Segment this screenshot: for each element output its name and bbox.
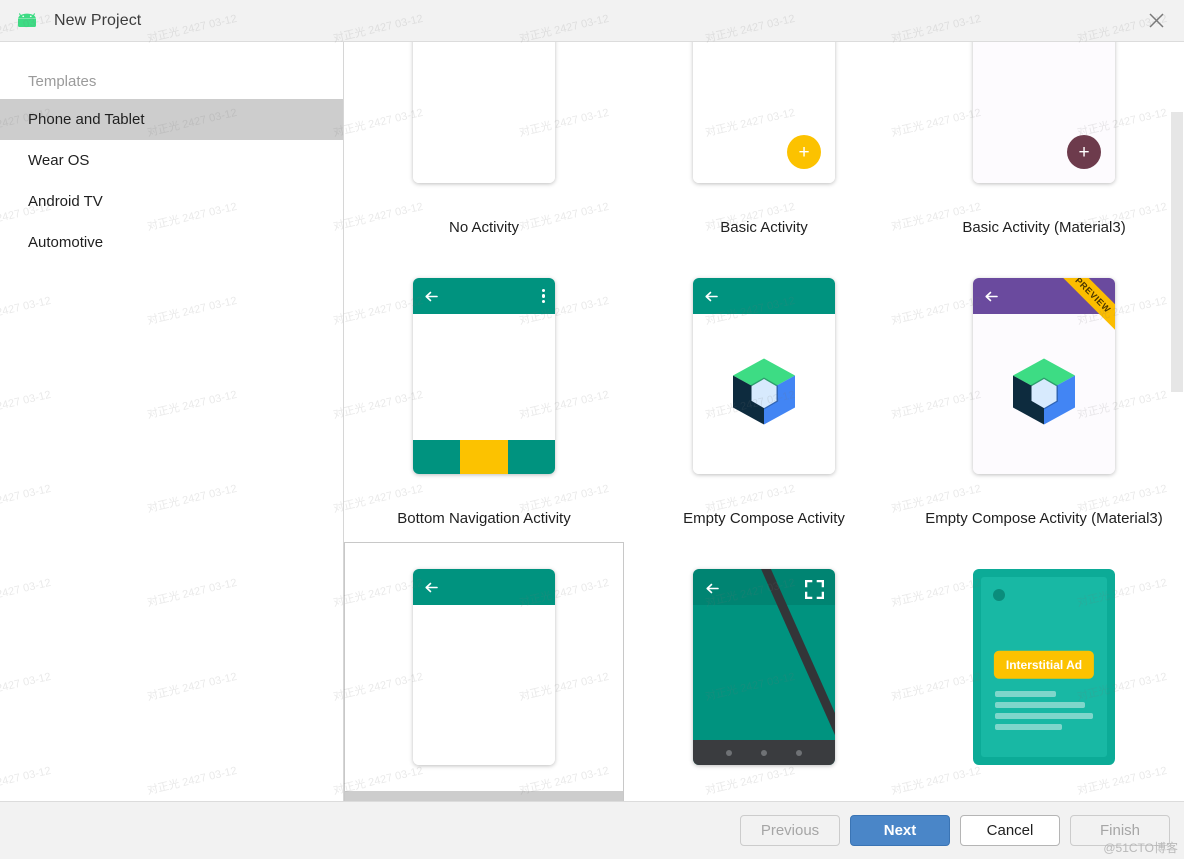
template-card-basic-activity-material3[interactable]: + Basic Activity (Material3): [904, 42, 1184, 251]
app-bar: [693, 278, 835, 314]
template-thumbnail: Interstitial Ad: [905, 543, 1183, 791]
jetpack-compose-logo-icon: [731, 357, 797, 432]
template-label: Empty Activity: [345, 791, 623, 801]
template-card-empty-compose-activity-material3[interactable]: PREVIEW Empty Compose Activity (Material…: [904, 251, 1184, 542]
phone-preview: [413, 278, 555, 474]
overflow-menu-icon: [541, 288, 545, 304]
phone-screen: +: [693, 42, 835, 183]
sidebar-item-phone-and-tablet[interactable]: Phone and Tablet: [0, 99, 343, 140]
scrollbar-thumb[interactable]: [1171, 112, 1183, 392]
back-arrow-icon: [423, 579, 440, 596]
template-card-no-activity[interactable]: No Activity: [344, 42, 624, 251]
interstitial-ad-badge: Interstitial Ad: [993, 650, 1095, 679]
camera-dot-icon: [993, 589, 1005, 601]
template-thumbnail: +: [905, 42, 1183, 209]
dialog-footer: Previous Next Cancel Finish @51CTO博客: [0, 801, 1184, 859]
phone-preview: [693, 278, 835, 474]
phone-screen: [693, 314, 835, 474]
template-label: Bottom Navigation Activity: [397, 510, 571, 527]
fullscreen-icon: [804, 579, 825, 600]
back-arrow-icon: [704, 580, 721, 597]
phone-screen: [973, 314, 1115, 474]
template-card-fullscreen-activity[interactable]: Fullscreen Activity: [624, 542, 904, 801]
sidebar-item-wear-os[interactable]: Wear OS: [0, 140, 343, 181]
templates-sidebar: Templates Phone and Tablet Wear OS Andro…: [0, 42, 344, 801]
phone-screen: [693, 569, 835, 765]
template-card-google-admob-ads-activity[interactable]: Interstitial Ad Google AdMob Ads Activit…: [904, 542, 1184, 801]
bottom-nav-item: [413, 440, 461, 474]
phone-preview: [413, 569, 555, 765]
back-arrow-icon: [703, 288, 720, 305]
back-arrow-icon: [983, 288, 1000, 305]
phone-screen: [413, 42, 555, 183]
app-bar: [413, 278, 555, 314]
templates-scrollbar[interactable]: [1169, 42, 1184, 801]
jetpack-compose-logo-icon: [1011, 357, 1077, 432]
phone-screen: Interstitial Ad: [981, 577, 1107, 757]
cancel-button[interactable]: Cancel: [960, 815, 1060, 846]
sidebar-section-templates: Templates: [28, 73, 97, 90]
phone-preview: [413, 42, 555, 183]
template-label: Fullscreen Activity: [625, 791, 903, 801]
finish-button[interactable]: Finish: [1070, 815, 1170, 846]
app-bar: [413, 569, 555, 605]
close-icon[interactable]: [1128, 0, 1184, 40]
template-label: No Activity: [448, 219, 520, 236]
dialog-body: Templates Phone and Tablet Wear OS Andro…: [0, 42, 1184, 801]
phone-screen: [413, 605, 555, 765]
phone-preview: PREVIEW: [973, 278, 1115, 474]
android-robot-icon: [14, 11, 40, 31]
template-thumbnail: PREVIEW: [905, 252, 1183, 500]
sidebar-item-android-tv[interactable]: Android TV: [0, 181, 343, 222]
template-label: Basic Activity: [720, 219, 808, 236]
template-thumbnail: [345, 42, 623, 209]
templates-grid-pane: No Activity + Basic Activity + Basic Act…: [344, 42, 1184, 801]
system-navigation-bar: [693, 740, 835, 765]
placeholder-text-lines: [995, 691, 1093, 735]
template-thumbnail: +: [625, 42, 903, 209]
bottom-nav-item-active: [460, 440, 508, 474]
template-thumbnail: [625, 252, 903, 500]
floating-action-button: +: [1067, 135, 1101, 169]
title-bar: New Project: [0, 0, 1184, 42]
back-arrow-icon: [423, 288, 440, 305]
new-project-dialog: New Project Templates Phone and Tablet W…: [0, 0, 1184, 859]
template-thumbnail: [625, 543, 903, 791]
floating-action-button: +: [787, 135, 821, 169]
template-label: Basic Activity (Material3): [962, 219, 1126, 236]
template-thumbnail: [345, 252, 623, 500]
template-label: Empty Compose Activity (Material3): [925, 510, 1163, 527]
phone-screen: [413, 314, 555, 440]
phone-preview: +: [973, 42, 1115, 183]
sidebar-item-automotive[interactable]: Automotive: [0, 222, 343, 263]
template-card-empty-compose-activity[interactable]: Empty Compose Activity: [624, 251, 904, 542]
bottom-nav-item: [507, 440, 555, 474]
template-card-bottom-navigation-activity[interactable]: Bottom Navigation Activity: [344, 251, 624, 542]
next-button[interactable]: Next: [850, 815, 950, 846]
window-title: New Project: [54, 11, 142, 29]
template-label: Google AdMob Ads Activity: [905, 791, 1183, 801]
previous-button[interactable]: Previous: [740, 815, 840, 846]
phone-screen: +: [973, 42, 1115, 183]
phone-preview: [693, 569, 835, 765]
phone-preview: +: [693, 42, 835, 183]
bottom-navigation-bar: [413, 440, 555, 474]
template-thumbnail: [345, 543, 623, 791]
template-card-basic-activity[interactable]: + Basic Activity: [624, 42, 904, 251]
templates-grid: No Activity + Basic Activity + Basic Act…: [344, 42, 1184, 801]
template-label: Empty Compose Activity: [683, 510, 845, 527]
phone-preview: Interstitial Ad: [973, 569, 1115, 765]
template-card-empty-activity[interactable]: Empty Activity: [344, 542, 624, 801]
